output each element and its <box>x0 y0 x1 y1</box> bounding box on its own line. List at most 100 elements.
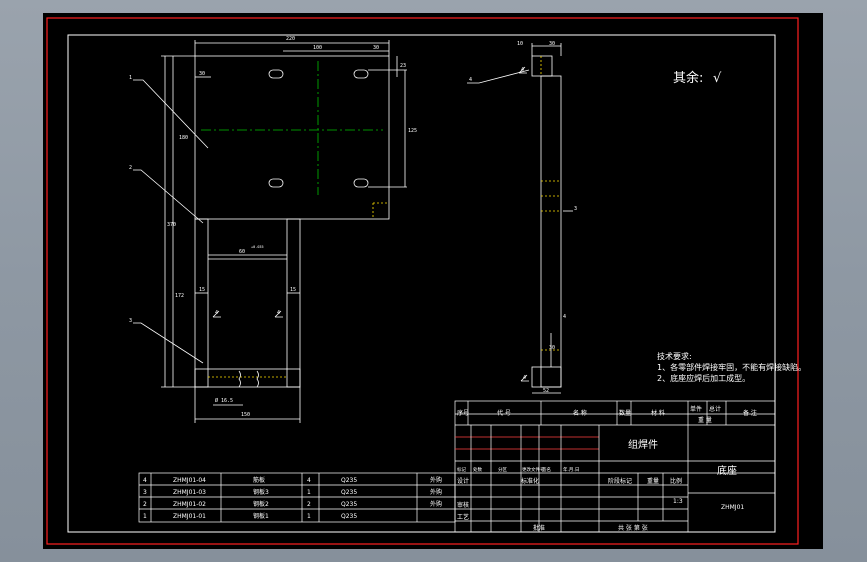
weld-left: 4 <box>215 310 218 316</box>
drawing-sheet: 220 100 30 30 23 180 125 370 172 60 +0.0… <box>46 17 806 545</box>
side-weld-top: 4 <box>521 67 524 73</box>
leader-1: 1 <box>129 75 132 81</box>
hdr-unit-wt: 单件 <box>690 405 702 413</box>
leader-3: 3 <box>129 318 132 324</box>
bom-row: 2 ZHMJ01-02 钢板2 2 Q235 外购 <box>143 500 442 508</box>
title-block <box>138 400 776 533</box>
svg-text:Q235: Q235 <box>341 513 357 520</box>
approve: 批准 <box>533 524 545 532</box>
weld-right: 4 <box>277 310 280 316</box>
stage-marks: 阶段标记 <box>608 477 632 485</box>
bom-row: 4 ZHMJ01-04 筋板 4 Q235 外购 <box>143 476 442 484</box>
hdr-name: 名 称 <box>573 409 587 417</box>
dim-lower-height: 172 <box>175 293 184 299</box>
svg-text:2: 2 <box>143 501 147 508</box>
bottom-plate <box>194 368 301 388</box>
svg-text:钢板2: 钢板2 <box>253 500 269 508</box>
top-plate <box>194 55 390 220</box>
hdr-code: 代 号 <box>497 409 511 417</box>
chg-count: 处数 <box>473 466 482 473</box>
side-bottom-tab <box>531 366 562 388</box>
right-wall <box>286 218 301 388</box>
front-view-dimensions: 220 100 30 30 23 180 125 370 172 60 +0.0… <box>129 36 417 418</box>
dim-top-spacing: 100 <box>313 45 322 51</box>
dim-top-right: 30 <box>373 45 379 51</box>
inner-border <box>67 34 776 533</box>
roughness-symbol: √ <box>713 71 722 86</box>
bom-table: 4 ZHMJ01-04 筋板 4 Q235 外购 3 ZHMJ01-03 钢板3… <box>143 476 442 520</box>
svg-text:钢板3: 钢板3 <box>253 488 269 496</box>
front-view <box>133 40 407 423</box>
slot-hole <box>353 69 369 79</box>
svg-text:4: 4 <box>143 477 147 484</box>
sign-review: 审核 <box>457 501 469 509</box>
svg-text:外购: 外购 <box>430 476 442 484</box>
svg-text:2: 2 <box>307 501 311 508</box>
svg-text:Q235: Q235 <box>341 501 357 508</box>
dim-right-wall: 15 <box>290 287 296 293</box>
tech-requirements: 技术要求: 1、各零部件焊接牢固，不能有焊接缺陷。 2、底座应焊后加工成型。 <box>657 351 806 383</box>
drawing-no: ZHMJ01 <box>721 504 744 511</box>
dim-slot-tolerance: +0.035 <box>251 245 264 249</box>
side-dim-top-left: 10 <box>517 41 523 47</box>
hdr-weight: 重 量 <box>698 416 712 424</box>
slot-hole <box>268 69 284 79</box>
svg-text:4: 4 <box>307 477 311 484</box>
hdr-material: 材 料 <box>651 409 665 417</box>
svg-text:Q235: Q235 <box>341 477 357 484</box>
dim-left-wall: 15 <box>199 287 205 293</box>
weight-label: 重量 <box>647 477 659 485</box>
leader-4: 4 <box>469 77 472 83</box>
tech-req-line-2: 2、底座应焊后加工成型。 <box>657 373 750 383</box>
side-dim-mid: 3 <box>574 206 577 212</box>
sign-design: 设计 <box>457 477 469 485</box>
sign-process: 工艺 <box>457 513 469 521</box>
side-dim-top-right: 30 <box>549 41 555 47</box>
svg-text:1: 1 <box>307 513 311 520</box>
svg-text:ZHMJ01-04: ZHMJ01-04 <box>173 477 206 484</box>
slot-hole <box>268 178 284 188</box>
svg-text:ZHMJ01-03: ZHMJ01-03 <box>173 489 206 496</box>
bom-row: 1 ZHMJ01-01 钢板1 1 Q235 <box>143 512 357 520</box>
hdr-remark: 备 注 <box>743 409 757 417</box>
dim-hole-spacing: 125 <box>408 128 417 134</box>
svg-text:1: 1 <box>143 513 147 520</box>
roughness-label: 其余: <box>673 70 703 86</box>
scale-value: 1:3 <box>673 498 683 505</box>
dim-total-height: 370 <box>167 222 176 228</box>
assembly-title: 组焊件 <box>628 438 658 451</box>
svg-text:ZHMJ01-02: ZHMJ01-02 <box>173 501 206 508</box>
dim-slot-width: 60 <box>239 249 245 255</box>
side-view <box>467 43 573 394</box>
dim-hole-dia: Ø 16.5 <box>215 397 233 404</box>
side-dim-bottom: 52 <box>543 388 549 394</box>
svg-text:外购: 外购 <box>430 500 442 508</box>
hdr-seq: 序号 <box>457 409 469 417</box>
dim-top-total: 220 <box>286 36 295 42</box>
svg-text:钢板1: 钢板1 <box>253 512 269 520</box>
tech-req-line-1: 1、各零部件焊接牢固，不能有焊接缺陷。 <box>657 362 806 372</box>
dim-left-offset: 30 <box>199 71 205 77</box>
side-top-tab <box>531 55 553 77</box>
svg-text:外购: 外购 <box>430 488 442 496</box>
chg-zone: 分区 <box>498 466 507 473</box>
standardize: 标准化 <box>521 477 539 485</box>
svg-text:筋板: 筋板 <box>253 476 265 484</box>
svg-text:1: 1 <box>307 489 311 496</box>
svg-text:3: 3 <box>143 489 147 496</box>
side-dim-lower: 30 <box>549 345 555 351</box>
hdr-qty: 数量 <box>619 409 631 417</box>
dim-right-small: 23 <box>400 63 406 69</box>
chg-sign: 签名 <box>542 466 551 473</box>
title-block-text: 序号 代 号 名 称 数量 材 料 单件 总计 重 量 备 注 组焊件 底座 Z… <box>457 405 757 532</box>
side-weld-bottom: 4 <box>523 375 526 381</box>
part-name: 底座 <box>717 464 737 477</box>
hdr-total-wt: 总计 <box>709 405 721 413</box>
side-weld-mid: 4 <box>563 314 566 320</box>
bom-row: 3 ZHMJ01-03 钢板3 1 Q235 外购 <box>143 488 442 496</box>
sheet-count: 共 张 第 张 <box>618 524 648 532</box>
scale-label: 比例 <box>670 477 682 485</box>
roughness-note: 其余: √ <box>673 70 722 86</box>
dim-plate-height: 180 <box>179 135 188 141</box>
cad-viewport[interactable]: 220 100 30 30 23 180 125 370 172 60 +0.0… <box>43 13 823 549</box>
